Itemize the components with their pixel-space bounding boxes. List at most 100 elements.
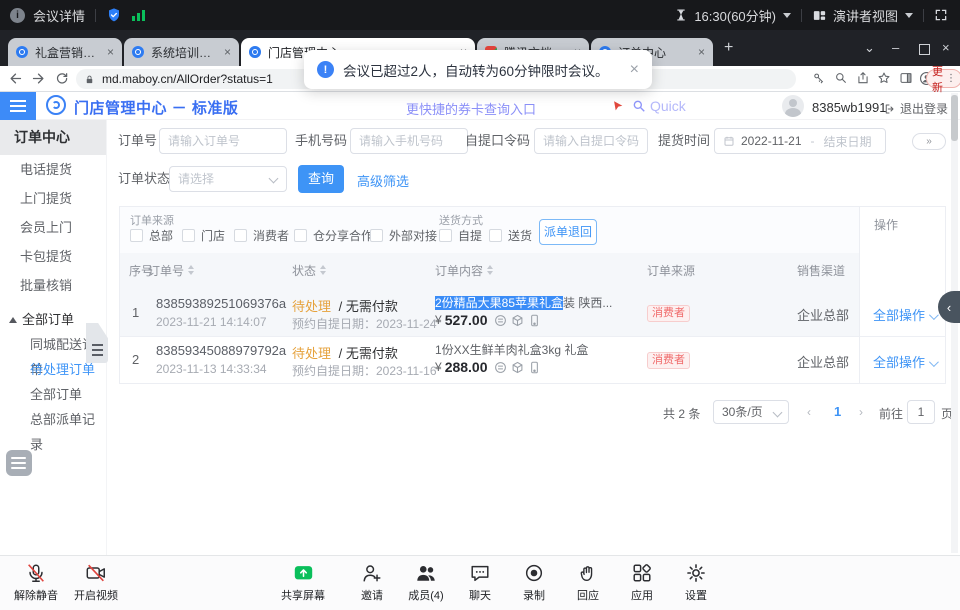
tab-close-icon[interactable]: × bbox=[99, 45, 114, 59]
checkbox-icon[interactable] bbox=[489, 229, 502, 242]
checkbox-icon[interactable] bbox=[130, 229, 143, 242]
checkbox-icon[interactable] bbox=[439, 229, 452, 242]
sidebar-item-door-pickup[interactable]: 上门提货 bbox=[0, 185, 106, 213]
browser-tab-1[interactable]: 礼盒营销平台管理中心 × bbox=[8, 38, 122, 66]
checkbox-source-warehouse-share[interactable]: 仓分享合作 bbox=[294, 227, 373, 244]
checkbox-icon[interactable] bbox=[182, 229, 195, 242]
sidebar-item-card-pickup[interactable]: 卡包提货 bbox=[0, 243, 106, 271]
current-page[interactable]: 1 bbox=[834, 404, 841, 419]
window-close-icon[interactable]: × bbox=[942, 39, 950, 57]
checkbox-icon[interactable] bbox=[294, 229, 307, 242]
view-mode-switch[interactable]: 演讲者视图 bbox=[833, 6, 898, 25]
advanced-filter-link[interactable]: 高级筛选 bbox=[357, 171, 409, 190]
forward-icon[interactable] bbox=[31, 71, 46, 91]
checkbox-icon[interactable] bbox=[370, 229, 383, 242]
page-size-select[interactable]: 30条/页 bbox=[713, 400, 789, 424]
quick-entry-link[interactable]: 更快捷的券卡查询入口 bbox=[406, 99, 536, 118]
timer-chevron-down-icon[interactable] bbox=[783, 13, 791, 18]
coupon-icon[interactable] bbox=[494, 361, 507, 374]
date-range-picker[interactable]: 2022-11-21 - 结束日期 bbox=[714, 128, 886, 154]
new-tab-button[interactable]: + bbox=[724, 39, 733, 57]
prev-page-button[interactable]: ‹ bbox=[807, 405, 811, 419]
bookmark-star-icon[interactable] bbox=[877, 71, 891, 90]
view-chevron-down-icon[interactable] bbox=[905, 13, 913, 18]
row1-all-actions-dropdown[interactable]: 全部操作 bbox=[873, 305, 936, 324]
dispatch-return-button[interactable]: 派单退回 bbox=[539, 219, 597, 245]
meeting-details-link[interactable]: 会议详情 bbox=[33, 6, 85, 25]
sidebar-item-phone-pickup[interactable]: 电话提货 bbox=[0, 156, 106, 184]
col-status[interactable]: 状态 bbox=[292, 253, 327, 289]
checkbox-source-store[interactable]: 门店 bbox=[182, 227, 225, 244]
coupon-icon[interactable] bbox=[494, 314, 507, 327]
meeting-info-icon[interactable]: i bbox=[10, 8, 25, 23]
row2-all-actions-dropdown[interactable]: 全部操作 bbox=[873, 352, 936, 371]
share-icon[interactable] bbox=[856, 71, 870, 90]
next-page-button[interactable]: › bbox=[859, 405, 863, 419]
cube-icon[interactable] bbox=[511, 361, 524, 374]
chat-button[interactable]: 聊天 bbox=[450, 556, 510, 603]
sort-icon[interactable] bbox=[187, 264, 195, 275]
page-scrollbar[interactable] bbox=[951, 93, 958, 553]
sidebar-item-all-orders[interactable]: 全部订单 bbox=[0, 382, 106, 407]
checkbox-source-external[interactable]: 外部对接 bbox=[370, 227, 437, 244]
split-screen-icon[interactable] bbox=[899, 71, 913, 90]
invite-button[interactable]: 邀请 bbox=[342, 556, 402, 603]
browser-tab-2[interactable]: 系统培训学习 × bbox=[124, 38, 239, 66]
apps-button[interactable]: 应用 bbox=[612, 556, 672, 603]
sidebar-item-hq-dispatch-log[interactable]: 总部派单记录 bbox=[0, 407, 106, 432]
goto-page-input[interactable]: 1 bbox=[907, 400, 935, 424]
sort-icon[interactable] bbox=[319, 264, 327, 275]
settings-button[interactable]: 设置 bbox=[666, 556, 726, 603]
tab-close-icon[interactable]: × bbox=[216, 45, 231, 59]
pickup-code-input[interactable] bbox=[534, 128, 648, 154]
scrollbar-thumb[interactable] bbox=[951, 95, 958, 141]
window-restore-icon[interactable] bbox=[919, 44, 930, 55]
checkbox-icon[interactable] bbox=[234, 229, 247, 242]
table-row-1[interactable]: 1 83859389251069376a 2023-11-21 14:14:07… bbox=[120, 289, 861, 336]
floating-list-button[interactable] bbox=[6, 450, 32, 476]
sidebar-item-batch-verify[interactable]: 批量核销 bbox=[0, 272, 106, 300]
window-chevron-icon[interactable]: ⌄ bbox=[864, 39, 875, 57]
user-avatar[interactable] bbox=[782, 95, 804, 117]
cube-icon[interactable] bbox=[511, 314, 524, 327]
logout-button[interactable]: 退出登录 bbox=[884, 100, 948, 117]
sidebar-toggle-button[interactable] bbox=[0, 92, 36, 120]
checkbox-delivery-deliver[interactable]: 送货 bbox=[489, 227, 532, 244]
reload-icon[interactable] bbox=[54, 71, 69, 91]
order-no-input[interactable] bbox=[159, 128, 287, 154]
phone-input[interactable] bbox=[350, 128, 468, 154]
network-signal-icon[interactable] bbox=[132, 10, 145, 21]
members-button[interactable]: 成员(4) bbox=[396, 556, 456, 603]
zoom-icon[interactable] bbox=[834, 71, 848, 90]
checkbox-delivery-selfpickup[interactable]: 自提 bbox=[439, 227, 482, 244]
unmute-button[interactable]: 解除静音 bbox=[6, 556, 66, 603]
col-order-no[interactable]: 订单号 bbox=[148, 253, 195, 289]
order-status-select[interactable]: 请选择 bbox=[169, 166, 287, 192]
start-video-button[interactable]: 开启视频 bbox=[66, 556, 126, 603]
collapse-filters-pill[interactable]: » bbox=[912, 133, 946, 150]
update-menu-pill[interactable]: 更新 ⋮ bbox=[926, 69, 960, 88]
kebab-menu-icon[interactable]: ⋮ bbox=[946, 73, 956, 84]
meeting-timer[interactable]: 16:30(60分钟) bbox=[694, 6, 776, 25]
window-minimize-icon[interactable]: – bbox=[892, 39, 899, 57]
share-screen-button[interactable]: 共享屏幕 bbox=[273, 556, 333, 603]
tab-close-icon[interactable]: × bbox=[690, 45, 705, 59]
quick-search-icon[interactable] bbox=[632, 99, 646, 118]
phone-icon[interactable] bbox=[528, 361, 541, 374]
quick-label[interactable]: Quick bbox=[650, 98, 686, 114]
key-icon[interactable] bbox=[812, 71, 826, 90]
shield-icon[interactable] bbox=[106, 7, 122, 23]
checkbox-source-consumer[interactable]: 消费者 bbox=[234, 227, 289, 244]
fullscreen-icon[interactable] bbox=[934, 8, 948, 22]
record-button[interactable]: 录制 bbox=[504, 556, 564, 603]
checkbox-source-hq[interactable]: 总部 bbox=[130, 227, 173, 244]
reaction-button[interactable]: 回应 bbox=[558, 556, 618, 603]
table-row-2[interactable]: 2 83859345088979792a 2023-11-13 14:33:34… bbox=[120, 337, 861, 384]
sidebar-item-member-visit[interactable]: 会员上门 bbox=[0, 214, 106, 242]
sort-icon[interactable] bbox=[486, 264, 494, 275]
phone-icon[interactable] bbox=[528, 314, 541, 327]
search-button[interactable]: 查询 bbox=[298, 165, 344, 193]
col-content[interactable]: 订单内容 bbox=[435, 253, 494, 289]
back-icon[interactable] bbox=[8, 71, 23, 91]
toast-close-icon[interactable]: × bbox=[630, 62, 639, 78]
